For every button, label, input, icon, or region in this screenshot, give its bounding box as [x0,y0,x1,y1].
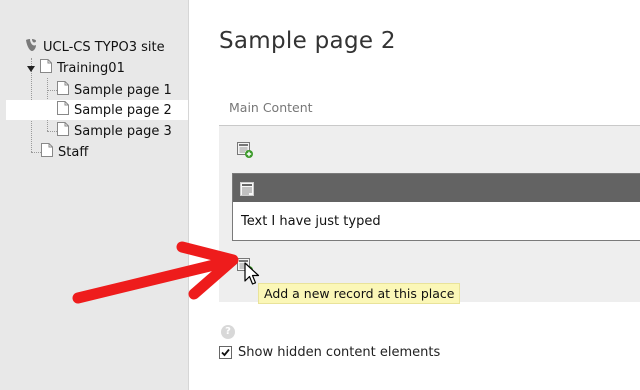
tree-item-label: Staff [58,144,89,160]
page-icon [57,81,69,99]
content-element-text: Text I have just typed [241,214,381,229]
tooltip: Add a new record at this place [258,283,461,304]
typo3-logo-icon [24,38,38,56]
show-hidden-label: Show hidden content elements [238,345,441,360]
red-arrow-annotation [72,241,239,304]
page-module: Sample page 2 Main Content Text I have j… [189,0,640,390]
tree-item-sample-page-3[interactable]: Sample page 3 [57,121,172,141]
content-element[interactable]: Text I have just typed [232,173,640,241]
chevron-down-icon[interactable] [27,66,35,72]
tree-item-label: Training01 [57,60,125,76]
help-icon[interactable]: ? [221,325,235,339]
tree-connector [31,152,41,153]
content-element-header [233,174,640,202]
tree-item-label: Sample page 1 [74,82,172,98]
page-icon [40,59,52,77]
page-icon [57,101,69,119]
tree-connector [47,90,57,91]
mouse-pointer-icon [244,262,260,285]
page-title: Sample page 2 [219,28,396,54]
new-record-icon[interactable] [236,141,254,159]
tree-connector [47,131,57,132]
tree-item-label: Sample page 3 [74,123,172,139]
tree-item-staff[interactable]: Staff [41,142,88,162]
text-element-icon [240,181,254,200]
column-label: Main Content [229,100,313,115]
page-tree: UCL-CS TYPO3 site Training01 Sample page… [0,0,189,390]
tree-site-label: UCL-CS TYPO3 site [43,39,165,55]
tree-site-root[interactable]: UCL-CS TYPO3 site [24,37,165,57]
tree-item-label: Sample page 2 [74,102,172,118]
tree-item-sample-page-1[interactable]: Sample page 1 [57,80,172,100]
main-content-column: Text I have just typed [219,125,640,302]
page-icon [57,122,69,140]
page-icon [41,143,53,161]
show-hidden-checkbox[interactable] [219,346,232,359]
show-hidden-toggle[interactable]: Show hidden content elements [219,345,440,360]
tree-item-training01[interactable]: Training01 [40,58,125,78]
tree-item-sample-page-2[interactable]: Sample page 2 [6,100,188,120]
